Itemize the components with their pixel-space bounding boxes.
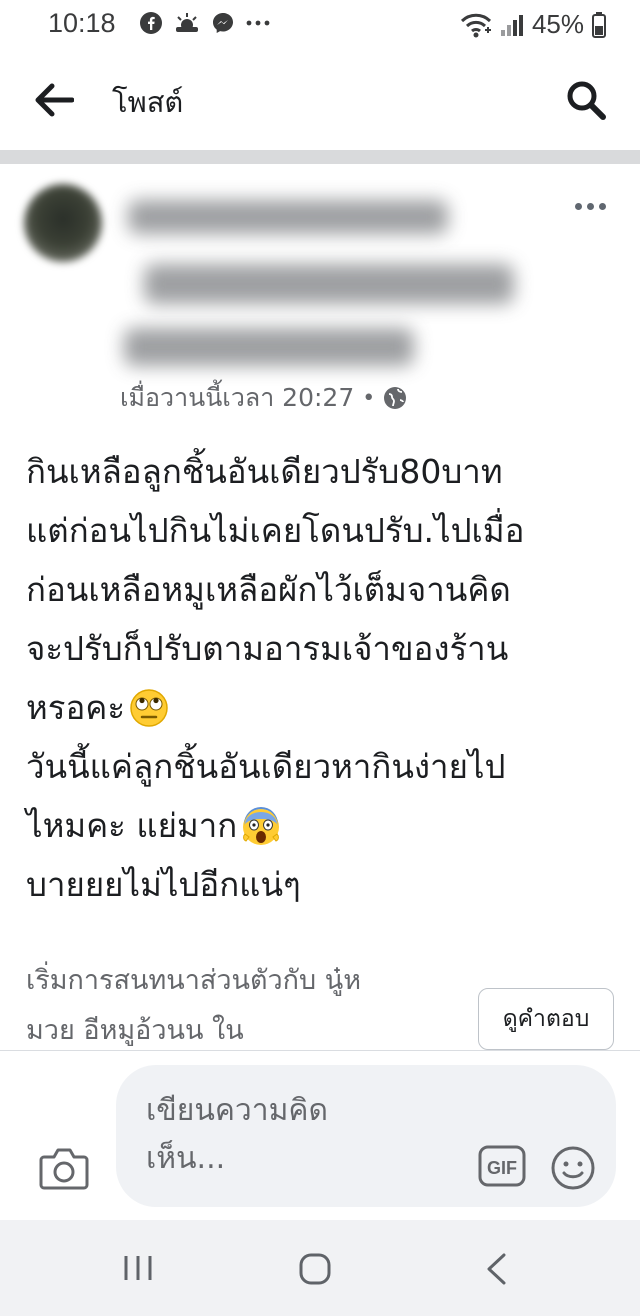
battery-percent: 45% (531, 9, 584, 39)
search-icon[interactable] (566, 80, 606, 120)
weather-icon (176, 13, 198, 32)
system-icons: 45% (460, 9, 606, 40)
post-line: แต่ก่อนไปกินไม่เคยโดนปรับ.ไปเมื่อ (26, 511, 525, 550)
comment-placeholder: เขียนความคิด เห็น... (146, 1093, 328, 1176)
globe-icon (384, 387, 407, 409)
comment-composer: เขียนความคิด เห็น... GIF (0, 1050, 640, 1221)
post-line: บายยยไม่ไปอีกแน่ๆ (26, 865, 301, 904)
post-body: กินเหลือลูกชิ้นอันเดียวปรับ80บาท แต่ก่อน… (26, 442, 616, 914)
post-line: ก่อนเหลือหมูเหลือผักไว้เต็มจานคิด (26, 570, 511, 609)
back-arrow-icon[interactable] (34, 82, 74, 118)
private-chat-prompt[interactable]: เริ่มการสนทนาส่วนตัวกับ นู๋ห มวย อีหมูอ้… (26, 956, 456, 1056)
header-divider (0, 150, 640, 164)
messenger-icon (213, 13, 233, 33)
facebook-icon (140, 12, 162, 34)
page-title: โพสต์ (112, 85, 184, 119)
app-header: โพสต์ (0, 50, 640, 150)
post-line: กินเหลือลูกชิ้นอันเดียวปรับ80บาท (26, 452, 503, 491)
home-icon[interactable] (298, 1252, 332, 1286)
author-name-redacted (120, 192, 540, 372)
back-icon[interactable] (484, 1252, 508, 1286)
eye-roll-emoji (130, 688, 168, 727)
meta-separator: • (362, 385, 376, 411)
signal-icon (500, 14, 523, 36)
post-line: จะปรับก็ปรับตามอารมเจ้าของร้าน (26, 629, 509, 668)
screaming-face-emoji (243, 806, 280, 845)
status-time: 10:18 (48, 8, 116, 38)
post-meta: เมื่อวานนี้เวลา 20:27 • (120, 378, 407, 418)
post-line: ไหมคะ แย่มาก (26, 796, 616, 855)
status-bar: 10:18 45% (0, 0, 640, 50)
recent-apps-icon[interactable] (122, 1254, 154, 1282)
avatar[interactable] (24, 184, 102, 262)
view-replies-button[interactable]: ดูคำตอบ (478, 988, 614, 1050)
gif-icon[interactable]: GIF (478, 1145, 526, 1187)
battery-icon (592, 11, 606, 38)
more-options-button[interactable] (568, 194, 612, 218)
post-card: เมื่อวานนี้เวลา 20:27 • กินเหลือลูกชิ้นอ… (0, 164, 640, 1050)
svg-text:GIF: GIF (487, 1158, 517, 1178)
post-line: วันนี้แค่ลูกชิ้นอันเดียวหากินง่ายไป (26, 747, 506, 786)
post-timestamp[interactable]: เมื่อวานนี้เวลา 20:27 (120, 378, 354, 418)
wifi-icon (460, 13, 492, 37)
more-dots-icon (246, 20, 270, 26)
system-nav-bar (0, 1220, 640, 1316)
comment-input[interactable]: เขียนความคิด เห็น... GIF (116, 1065, 616, 1207)
camera-icon[interactable] (38, 1145, 90, 1191)
private-chat-line: เริ่มการสนทนาส่วนตัวกับ นู๋ห (26, 965, 362, 996)
post-line: หรอคะ (26, 678, 616, 737)
notification-icons (140, 12, 270, 34)
emoji-icon[interactable] (550, 1145, 596, 1191)
private-chat-line: มวย อีหมูอ้วนน ใน (26, 1015, 244, 1046)
